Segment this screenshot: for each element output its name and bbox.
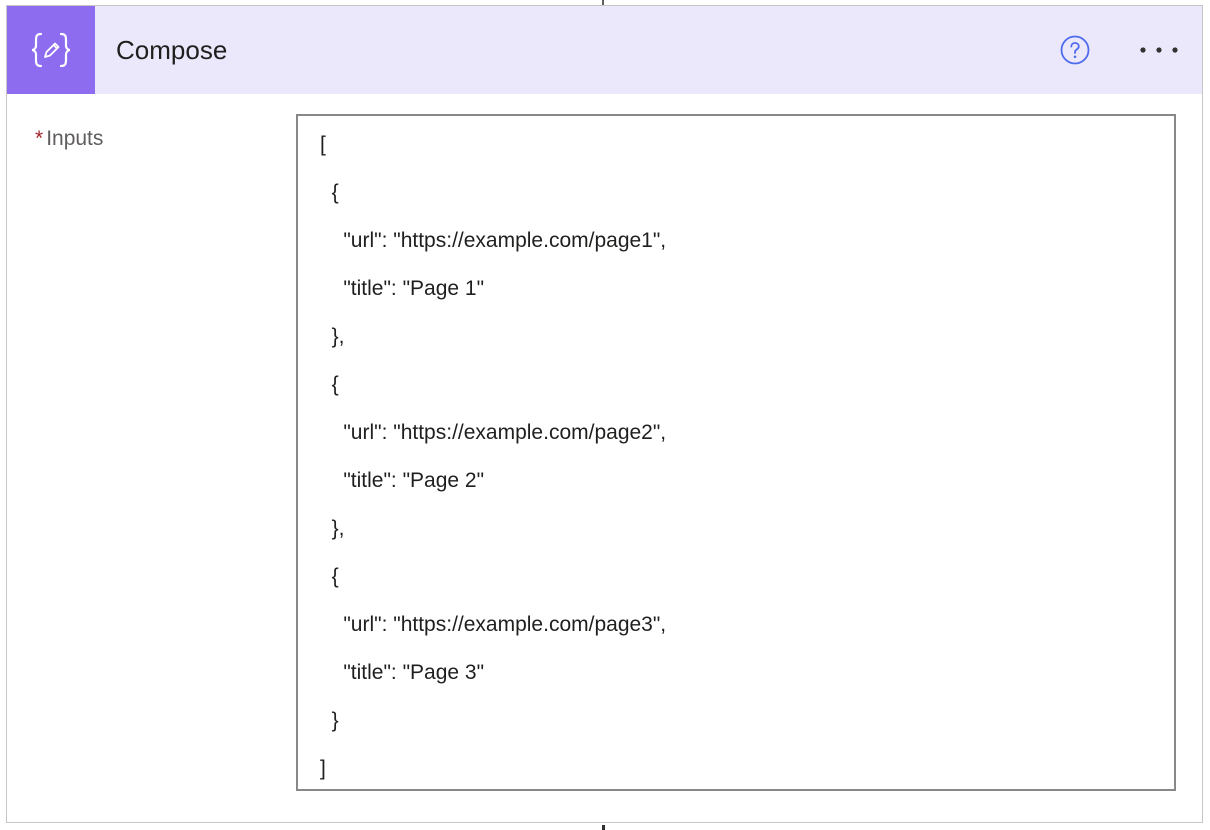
code-line: ] xyxy=(320,757,326,780)
code-line: { xyxy=(320,565,339,588)
ellipsis-icon xyxy=(1140,47,1178,53)
inputs-field[interactable]: [ { "url": "https://example.com/page1", … xyxy=(296,114,1176,791)
required-marker: * xyxy=(35,127,44,150)
code-line: "url": "https://example.com/page1", xyxy=(320,229,667,252)
code-line: "url": "https://example.com/page3", xyxy=(320,613,667,636)
compose-braces-pencil-icon xyxy=(7,6,95,94)
help-button[interactable] xyxy=(1059,34,1091,66)
action-header[interactable]: Compose xyxy=(7,6,1202,94)
code-line: }, xyxy=(320,325,345,348)
inputs-label-text: Inputs xyxy=(46,127,104,150)
code-line: "title": "Page 1" xyxy=(320,277,485,300)
code-line: { xyxy=(320,181,339,204)
inputs-label: * Inputs xyxy=(35,125,103,153)
flow-connector-bottom xyxy=(602,825,605,830)
compose-action-card: Compose * Inputs [ { "url": "https://exam… xyxy=(6,5,1203,823)
action-title[interactable]: Compose xyxy=(116,33,227,67)
code-line: "url": "https://example.com/page2", xyxy=(320,421,667,444)
code-line: }, xyxy=(320,517,345,540)
code-line: "title": "Page 3" xyxy=(320,661,485,684)
question-circle-icon xyxy=(1060,35,1090,65)
code-line: } xyxy=(320,709,339,732)
more-options-button[interactable] xyxy=(1137,34,1181,66)
code-line: [ xyxy=(320,133,326,156)
code-line: "title": "Page 2" xyxy=(320,469,485,492)
code-line: { xyxy=(320,373,339,396)
